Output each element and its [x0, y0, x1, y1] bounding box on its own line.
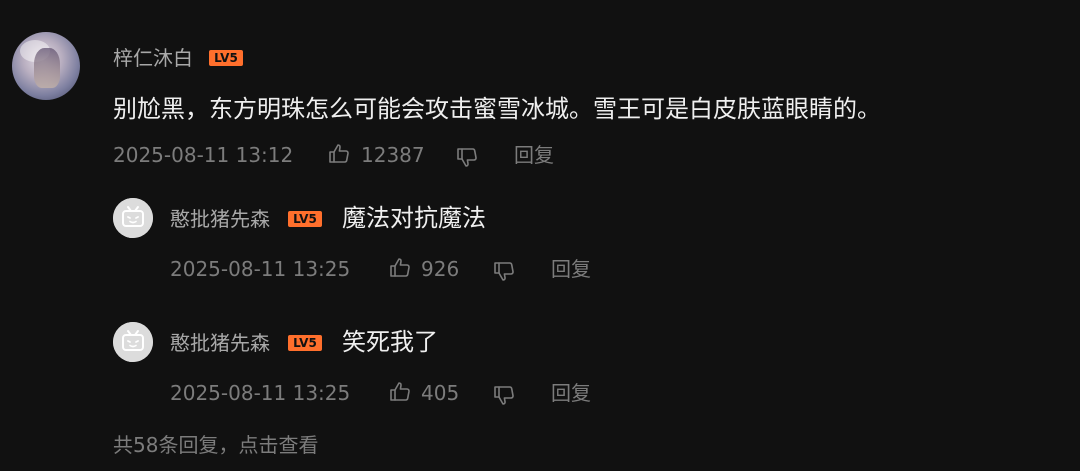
- reply-timestamp: 2025-08-11 13:25: [170, 381, 351, 405]
- reply-button[interactable]: 回复: [551, 381, 591, 405]
- reply-button[interactable]: 回复: [551, 257, 591, 281]
- default-avatar-tv-icon[interactable]: [113, 322, 153, 362]
- view-all-replies-link[interactable]: 共58条回复，点击查看: [113, 433, 318, 457]
- thumbs-down-icon[interactable]: [492, 259, 516, 283]
- comment-timestamp: 2025-08-11 13:12: [113, 143, 294, 167]
- level-badge: LV5: [288, 335, 322, 351]
- thumbs-up-icon[interactable]: [388, 380, 412, 404]
- avatar[interactable]: [12, 32, 80, 100]
- reply-text: 魔法对抗魔法: [342, 204, 486, 232]
- default-avatar-tv-icon[interactable]: [113, 198, 153, 238]
- level-badge: LV5: [209, 50, 243, 66]
- reply-username[interactable]: 憨批猪先森: [170, 331, 270, 355]
- avatar-figure: [34, 48, 60, 88]
- reply-button[interactable]: 回复: [514, 143, 554, 167]
- like-count: 926: [421, 257, 460, 281]
- reply-username[interactable]: 憨批猪先森: [170, 207, 270, 231]
- comment-text: 别尬黑，东方明珠怎么可能会攻击蜜雪冰城。雪王可是白皮肤蓝眼睛的。: [113, 95, 881, 123]
- comment-username[interactable]: 梓仁沐白: [113, 46, 193, 70]
- like-count: 12387: [361, 143, 425, 167]
- thumbs-down-icon[interactable]: [455, 145, 479, 169]
- thumbs-up-icon[interactable]: [388, 256, 412, 280]
- comment-thread: 梓仁沐白 LV5 别尬黑，东方明珠怎么可能会攻击蜜雪冰城。雪王可是白皮肤蓝眼睛的…: [0, 0, 1080, 471]
- thumbs-up-icon[interactable]: [327, 142, 351, 166]
- like-count: 405: [421, 381, 460, 405]
- reply-timestamp: 2025-08-11 13:25: [170, 257, 351, 281]
- reply-text: 笑死我了: [342, 328, 438, 356]
- thumbs-down-icon[interactable]: [492, 383, 516, 407]
- level-badge: LV5: [288, 211, 322, 227]
